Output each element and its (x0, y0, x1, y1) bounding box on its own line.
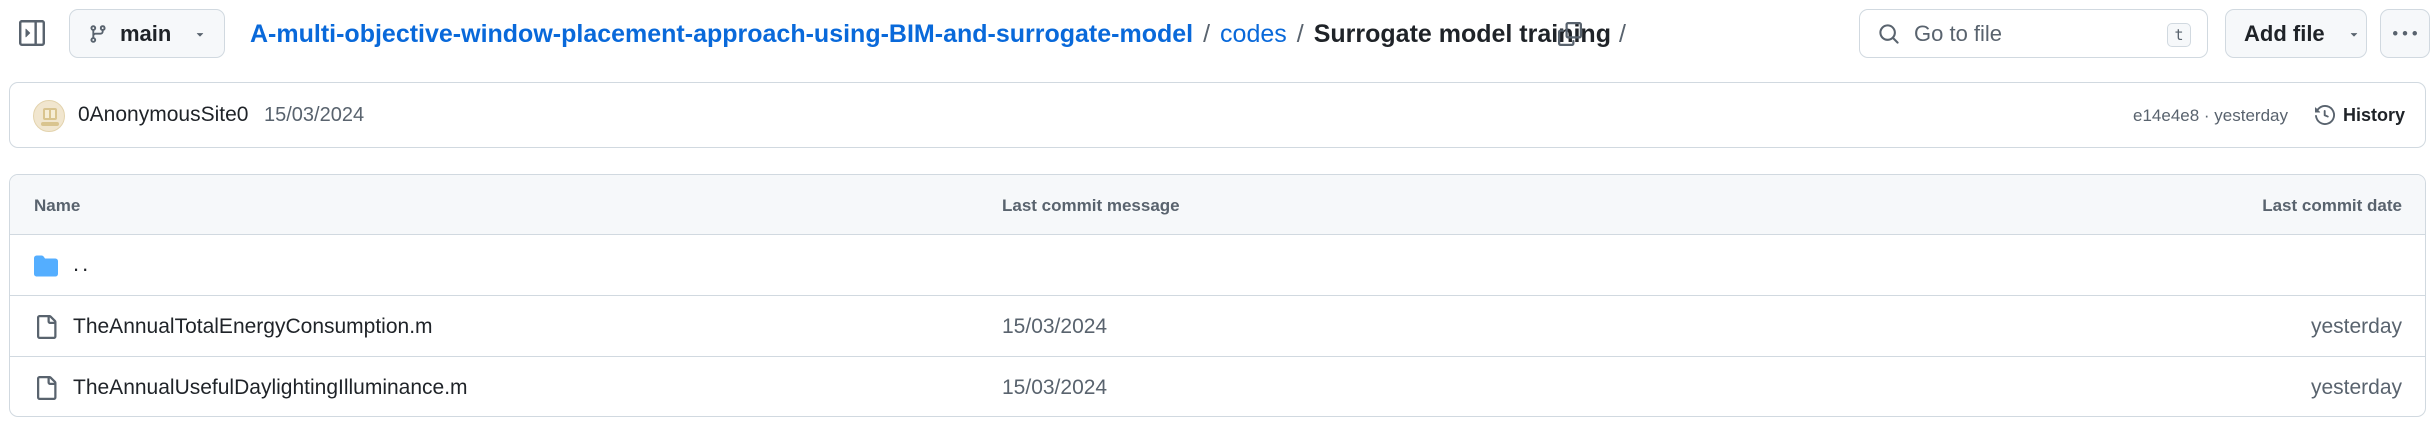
file-icon (37, 376, 57, 400)
search-icon (1879, 23, 1899, 44)
column-header-date: Last commit date (2262, 196, 2402, 215)
table-header: Name Last commit message Last commit dat… (10, 175, 2425, 235)
file-commit-date: yesterday (2310, 376, 2402, 399)
breadcrumb-separator: / (1203, 19, 1211, 48)
shortcut-key-badge: t (2167, 23, 2191, 47)
go-to-file-input[interactable]: Go to file t (1859, 9, 2208, 58)
folder-icon (34, 255, 58, 277)
file-name-link[interactable]: TheAnnualTotalEnergyConsumption.m (73, 315, 433, 339)
commit-message-link[interactable]: 15/03/2024 (264, 104, 364, 127)
sidebar-toggle-icon (19, 20, 45, 46)
go-to-file-placeholder: Go to file (1914, 20, 2003, 46)
breadcrumb-separator: / (1618, 19, 1626, 48)
file-table: Name Last commit message Last commit dat… (9, 174, 2426, 417)
chevron-down-icon (2347, 27, 2361, 41)
kebab-horizontal-icon (2393, 30, 2417, 35)
add-file-label: Add file (2244, 20, 2325, 46)
history-label: History (2342, 104, 2405, 125)
column-header-message: Last commit message (1002, 196, 1180, 215)
chevron-down-icon (193, 27, 207, 41)
file-commit-message[interactable]: 15/03/2024 (1002, 315, 1107, 339)
more-options-button[interactable] (2380, 9, 2430, 58)
latest-commit-bar: 0AnonymousSite0 15/03/2024 e14e4e8 · yes… (9, 82, 2426, 148)
table-row[interactable]: TheAnnualTotalEnergyConsumption.m 15/03/… (10, 296, 2425, 357)
breadcrumb-folder-link[interactable]: codes (1220, 20, 1287, 49)
copy-icon (1558, 22, 1582, 46)
file-commit-date: yesterday (2310, 315, 2402, 338)
branch-name: main (120, 20, 172, 46)
breadcrumb: A-multi-objective-window-placement-appro… (250, 18, 1626, 50)
table-row[interactable]: TheAnnualUsefulDaylightingIlluminance.m … (10, 357, 2425, 416)
branch-selector-button[interactable]: main (69, 9, 225, 58)
git-branch-icon (90, 24, 106, 43)
parent-directory-link[interactable]: .. (73, 251, 91, 277)
sidebar-toggle-button[interactable] (18, 18, 46, 48)
commit-author-link[interactable]: 0AnonymousSite0 (78, 103, 248, 127)
file-icon (37, 315, 57, 339)
breadcrumb-repo-link[interactable]: A-multi-objective-window-placement-appro… (250, 20, 1193, 49)
avatar[interactable] (33, 100, 65, 132)
history-icon (2314, 105, 2335, 125)
commit-hash-time[interactable]: e14e4e8 · yesterday (2133, 106, 2288, 126)
history-button[interactable]: History (2314, 100, 2405, 130)
file-commit-message[interactable]: 15/03/2024 (1002, 376, 1107, 400)
add-file-button[interactable]: Add file (2225, 9, 2367, 58)
file-name-link[interactable]: TheAnnualUsefulDaylightingIlluminance.m (73, 376, 468, 400)
breadcrumb-separator: / (1296, 19, 1304, 48)
repo-header: main A-multi-objective-window-placement-… (0, 0, 2436, 66)
parent-directory-row[interactable]: .. (10, 235, 2425, 296)
copy-path-button[interactable] (1554, 18, 1586, 50)
column-header-name: Name (34, 196, 81, 215)
